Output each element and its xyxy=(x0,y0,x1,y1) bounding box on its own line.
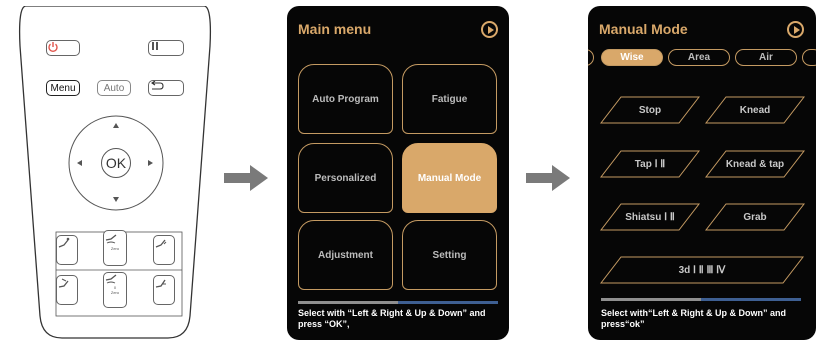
recline-icon xyxy=(58,237,70,248)
grab-label: Grab xyxy=(743,211,767,223)
auto-button[interactable]: Auto xyxy=(97,80,131,96)
grab-button[interactable]: Grab xyxy=(704,203,806,231)
back-icon xyxy=(151,81,164,90)
page-title: Manual Mode xyxy=(599,21,688,37)
hint-text: Select with“Left & Right & Up & Down” an… xyxy=(601,308,786,329)
power-button[interactable] xyxy=(46,40,80,56)
recline-icon xyxy=(155,239,167,248)
remote-control: Menu Auto OK Zero 0 Zero xyxy=(18,6,212,340)
zero-gravity-button-2[interactable]: 0 Zero xyxy=(103,272,127,308)
shiatsu-button[interactable]: Shiatsu Ⅰ Ⅱ xyxy=(599,203,701,231)
power-icon xyxy=(48,42,58,53)
scroll-bar-right xyxy=(701,298,801,301)
ok-button[interactable]: OK xyxy=(101,148,131,178)
upright-back-button[interactable] xyxy=(56,275,78,305)
knead-tap-button[interactable]: Knead & tap xyxy=(704,150,806,178)
knead-tap-label: Knead & tap xyxy=(725,158,785,170)
menu-button[interactable]: Menu xyxy=(46,80,80,96)
tile-personalized[interactable]: Personalized xyxy=(298,143,393,213)
manual-mode-screen: Manual Mode Wise Area Air Stop Knead Tap… xyxy=(588,6,816,340)
zero-label: Zero xyxy=(110,290,120,295)
tab-wise[interactable]: Wise xyxy=(601,49,663,66)
3d-label: 3d Ⅰ Ⅱ Ⅲ Ⅳ xyxy=(678,264,726,276)
down-button[interactable] xyxy=(110,194,122,204)
tab-next-partial[interactable] xyxy=(802,49,816,66)
recline-icon xyxy=(58,278,69,288)
3d-button[interactable]: 3d Ⅰ Ⅱ Ⅲ Ⅳ xyxy=(599,256,805,284)
pause-icon xyxy=(152,42,158,50)
arrow-right-icon xyxy=(526,165,570,191)
left-button[interactable] xyxy=(75,157,85,169)
recline-icon xyxy=(155,279,166,288)
recline-forward-button[interactable] xyxy=(153,235,175,265)
tab-prev-partial[interactable] xyxy=(588,49,594,66)
main-menu-screen: Main menu Auto Program Fatigue Personali… xyxy=(287,6,509,340)
tile-fatigue[interactable]: Fatigue xyxy=(402,64,497,134)
scroll-bar-right xyxy=(398,301,498,304)
recline-icon xyxy=(105,234,117,244)
hint-text: Select with “Left & Right & Up & Down” a… xyxy=(298,308,486,329)
shiatsu-label: Shiatsu Ⅰ Ⅱ xyxy=(625,211,675,223)
tile-adjustment[interactable]: Adjustment xyxy=(298,220,393,290)
pause-button[interactable] xyxy=(148,40,184,56)
stop-button[interactable]: Stop xyxy=(599,96,701,124)
tile-manual-mode[interactable]: Manual Mode xyxy=(402,143,497,213)
tap-label: Tap Ⅰ Ⅱ xyxy=(634,158,666,170)
recline-icon xyxy=(105,274,117,284)
chevron-left-icon xyxy=(77,160,82,166)
back-button[interactable] xyxy=(148,80,184,96)
knead-button[interactable]: Knead xyxy=(704,96,806,124)
scroll-bar-left xyxy=(298,301,398,304)
play-icon[interactable] xyxy=(787,21,804,38)
arrow-right-icon xyxy=(224,165,268,191)
scroll-bar-left xyxy=(601,298,701,301)
page-title: Main menu xyxy=(298,21,372,37)
chevron-down-icon xyxy=(113,197,119,202)
up-button[interactable] xyxy=(110,121,122,131)
zero-gravity-button-1[interactable]: Zero xyxy=(103,230,127,266)
recline-back-button[interactable] xyxy=(56,235,78,265)
tab-area[interactable]: Area xyxy=(668,49,730,66)
upright-forward-button[interactable] xyxy=(153,275,175,305)
zero-label: Zero xyxy=(110,245,120,251)
chevron-right-icon xyxy=(148,160,153,166)
tile-auto-program[interactable]: Auto Program xyxy=(298,64,393,134)
right-button[interactable] xyxy=(145,157,155,169)
knead-label: Knead xyxy=(739,104,771,116)
tile-setting[interactable]: Setting xyxy=(402,220,497,290)
chevron-up-icon xyxy=(113,123,119,128)
tap-button[interactable]: Tap Ⅰ Ⅱ xyxy=(599,150,701,178)
tab-air[interactable]: Air xyxy=(735,49,797,66)
stop-label: Stop xyxy=(638,104,662,116)
play-icon[interactable] xyxy=(481,21,498,38)
